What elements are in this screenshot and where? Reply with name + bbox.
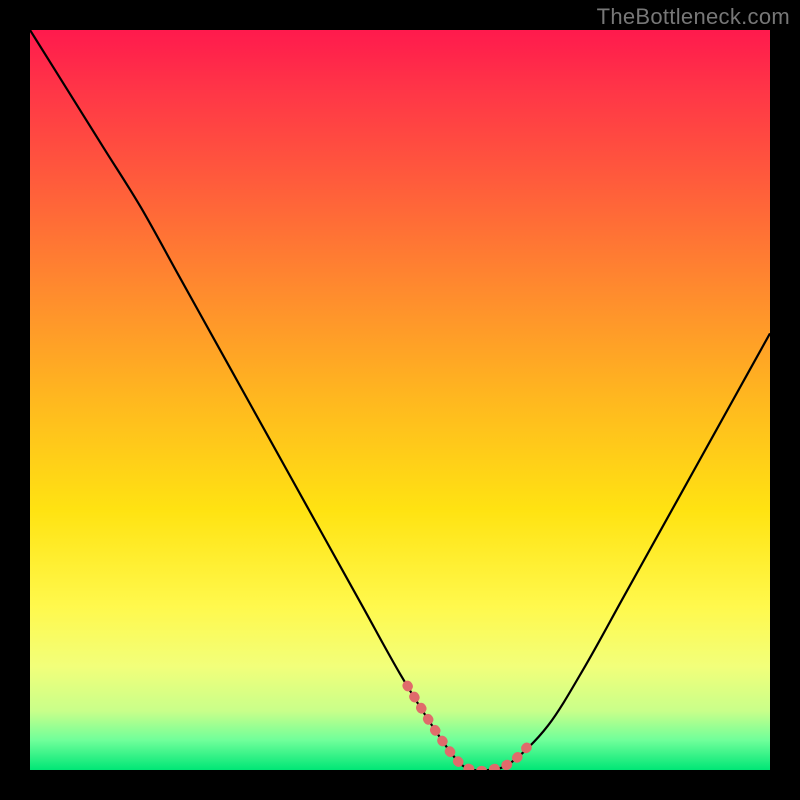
chart-plot-area <box>30 30 770 770</box>
chart-frame: TheBottleneck.com <box>0 0 800 800</box>
watermark-text: TheBottleneck.com <box>597 4 790 30</box>
bottleneck-curve-svg <box>30 30 770 770</box>
bottleneck-highlight-path <box>407 686 533 770</box>
bottleneck-curve-path <box>30 30 770 770</box>
